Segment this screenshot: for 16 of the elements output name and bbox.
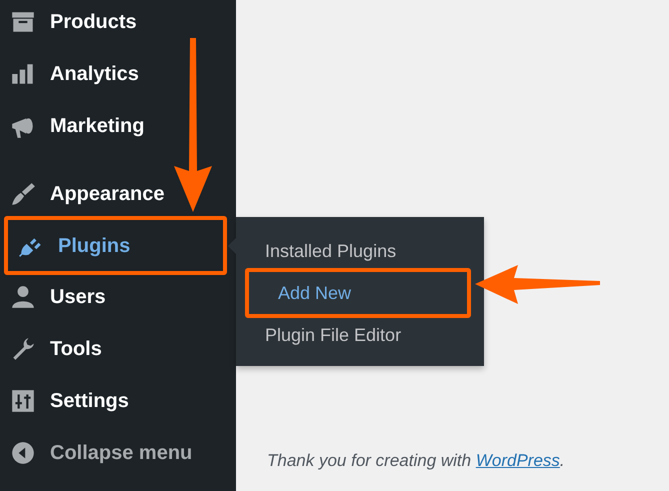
menu-item[interactable]: Tools bbox=[0, 323, 236, 375]
menu-item[interactable]: Products bbox=[0, 0, 236, 48]
menu-item[interactable]: Plugins bbox=[4, 216, 227, 275]
arrow-icon bbox=[172, 36, 214, 214]
footer-text: Thank you for creating with WordPress. bbox=[267, 450, 566, 472]
submenu-item[interactable]: Add New bbox=[245, 268, 471, 318]
menu-item[interactable]: Analytics bbox=[0, 48, 236, 100]
menu-item[interactable]: Marketing bbox=[0, 100, 236, 152]
arrow-icon bbox=[474, 264, 602, 306]
menu-item[interactable]: Collapse menu bbox=[0, 427, 236, 479]
menu-icon bbox=[10, 388, 36, 414]
menu-item[interactable]: Settings bbox=[0, 375, 236, 427]
menu-icon bbox=[10, 181, 36, 207]
wordpress-link[interactable]: WordPress bbox=[476, 450, 560, 470]
menu-icon bbox=[10, 284, 36, 310]
menu-icon bbox=[10, 440, 36, 466]
